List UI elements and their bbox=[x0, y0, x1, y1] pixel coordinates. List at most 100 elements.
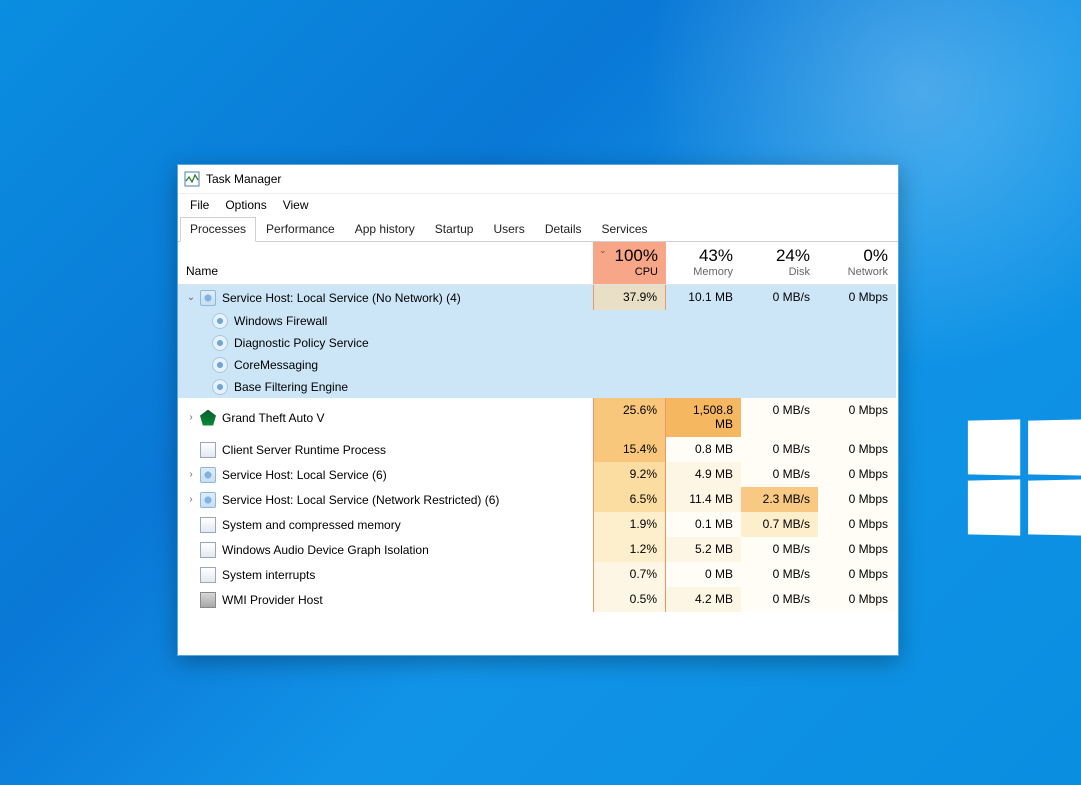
tabbar: Processes Performance App history Startu… bbox=[178, 216, 898, 242]
service-icon bbox=[200, 290, 216, 306]
chevron-right-icon[interactable]: › bbox=[184, 412, 198, 423]
gtav-icon bbox=[200, 410, 216, 426]
table-row[interactable]: › Service Host: Local Service (6) bbox=[178, 462, 593, 487]
process-icon bbox=[200, 542, 216, 558]
disk-cell: 2.3 MB/s bbox=[741, 487, 818, 512]
process-name: Grand Theft Auto V bbox=[222, 411, 325, 425]
table-row[interactable]: › Service Host: Local Service (Network R… bbox=[178, 487, 593, 512]
menu-options[interactable]: Options bbox=[217, 196, 274, 214]
memory-cell: 4.9 MB bbox=[666, 462, 741, 487]
network-cell: 0 Mbps bbox=[818, 487, 896, 512]
memory-cell: 4.2 MB bbox=[666, 587, 741, 612]
memory-total: 43% bbox=[699, 246, 733, 265]
memory-cell: 11.4 MB bbox=[666, 487, 741, 512]
menu-file[interactable]: File bbox=[182, 196, 217, 214]
chevron-down-icon[interactable]: ⌄ bbox=[184, 292, 198, 303]
cpu-label: CPU bbox=[601, 266, 658, 278]
cpu-cell: 0.7% bbox=[593, 562, 666, 587]
process-name: Client Server Runtime Process bbox=[222, 443, 386, 457]
tab-details[interactable]: Details bbox=[535, 217, 592, 242]
tab-startup[interactable]: Startup bbox=[425, 217, 484, 242]
service-name: CoreMessaging bbox=[234, 358, 318, 372]
table-row[interactable]: WMI Provider Host bbox=[178, 587, 593, 612]
memory-cell: 0 MB bbox=[666, 562, 741, 587]
process-table: Name ⌄ 100% CPU 43% Memory 24% Disk 0% N… bbox=[178, 242, 898, 612]
network-cell: 0 Mbps bbox=[818, 512, 896, 537]
tab-performance[interactable]: Performance bbox=[256, 217, 345, 242]
cpu-cell: 0.5% bbox=[593, 587, 666, 612]
column-header-memory[interactable]: 43% Memory bbox=[666, 242, 741, 285]
column-header-disk[interactable]: 24% Disk bbox=[741, 242, 818, 285]
disk-cell: 0 MB/s bbox=[741, 285, 818, 310]
cpu-cell: 6.5% bbox=[593, 487, 666, 512]
network-cell: 0 Mbps bbox=[818, 562, 896, 587]
memory-cell: 5.2 MB bbox=[666, 537, 741, 562]
service-name: Diagnostic Policy Service bbox=[234, 336, 369, 350]
child-service-row[interactable]: Base Filtering Engine bbox=[178, 376, 896, 398]
header-name-label: Name bbox=[186, 264, 218, 278]
table-row[interactable]: System and compressed memory bbox=[178, 512, 593, 537]
disk-cell: 0 MB/s bbox=[741, 562, 818, 587]
tab-processes[interactable]: Processes bbox=[180, 217, 256, 242]
disk-total: 24% bbox=[776, 246, 810, 265]
menubar: File Options View bbox=[178, 194, 898, 216]
network-cell: 0 Mbps bbox=[818, 587, 896, 612]
memory-cell: 0.8 MB bbox=[666, 437, 741, 462]
network-total: 0% bbox=[863, 246, 888, 265]
cpu-cell: 1.2% bbox=[593, 537, 666, 562]
service-child-icon bbox=[212, 357, 228, 373]
tab-app-history[interactable]: App history bbox=[345, 217, 425, 242]
network-cell: 0 Mbps bbox=[818, 437, 896, 462]
table-row[interactable]: ⌄ Service Host: Local Service (No Networ… bbox=[178, 285, 593, 310]
network-label: Network bbox=[826, 266, 888, 278]
cpu-cell: 15.4% bbox=[593, 437, 666, 462]
network-cell: 0 Mbps bbox=[818, 462, 896, 487]
disk-cell: 0.7 MB/s bbox=[741, 512, 818, 537]
tab-users[interactable]: Users bbox=[483, 217, 534, 242]
table-row[interactable]: Client Server Runtime Process bbox=[178, 437, 593, 462]
disk-cell: 0 MB/s bbox=[741, 587, 818, 612]
table-row[interactable]: › Grand Theft Auto V bbox=[178, 398, 593, 437]
service-icon bbox=[200, 467, 216, 483]
service-child-icon bbox=[212, 335, 228, 351]
disk-cell: 0 MB/s bbox=[741, 462, 818, 487]
memory-label: Memory bbox=[674, 266, 733, 278]
tab-services[interactable]: Services bbox=[592, 217, 658, 242]
child-service-row[interactable]: CoreMessaging bbox=[178, 354, 896, 376]
child-service-row[interactable]: Windows Firewall bbox=[178, 310, 896, 332]
service-name: Base Filtering Engine bbox=[234, 380, 348, 394]
network-cell: 0 Mbps bbox=[818, 285, 896, 310]
network-cell: 0 Mbps bbox=[818, 398, 896, 437]
window-title: Task Manager bbox=[206, 172, 281, 186]
cpu-total: 100% bbox=[615, 246, 658, 265]
cpu-cell: 9.2% bbox=[593, 462, 666, 487]
process-name: Service Host: Local Service (Network Res… bbox=[222, 493, 499, 507]
process-name: System interrupts bbox=[222, 568, 315, 582]
memory-cell: 0.1 MB bbox=[666, 512, 741, 537]
column-header-name[interactable]: Name bbox=[178, 242, 593, 285]
process-name: System and compressed memory bbox=[222, 518, 401, 532]
table-row[interactable]: Windows Audio Device Graph Isolation bbox=[178, 537, 593, 562]
network-cell: 0 Mbps bbox=[818, 537, 896, 562]
child-service-row[interactable]: Diagnostic Policy Service bbox=[178, 332, 896, 354]
cpu-cell: 25.6% bbox=[593, 398, 666, 437]
column-header-network[interactable]: 0% Network bbox=[818, 242, 896, 285]
cpu-cell: 37.9% bbox=[593, 285, 666, 310]
menu-view[interactable]: View bbox=[275, 196, 317, 214]
titlebar[interactable]: Task Manager bbox=[178, 165, 898, 194]
chevron-right-icon[interactable]: › bbox=[184, 469, 198, 480]
process-icon bbox=[200, 567, 216, 583]
service-name: Windows Firewall bbox=[234, 314, 327, 328]
memory-cell: 10.1 MB bbox=[666, 285, 741, 310]
task-manager-icon bbox=[184, 171, 200, 187]
service-icon bbox=[200, 492, 216, 508]
disk-label: Disk bbox=[749, 266, 810, 278]
column-header-cpu[interactable]: ⌄ 100% CPU bbox=[593, 242, 666, 285]
process-icon bbox=[200, 592, 216, 608]
service-child-icon bbox=[212, 379, 228, 395]
process-name: Service Host: Local Service (6) bbox=[222, 468, 387, 482]
cpu-cell: 1.9% bbox=[593, 512, 666, 537]
table-row[interactable]: System interrupts bbox=[178, 562, 593, 587]
chevron-right-icon[interactable]: › bbox=[184, 494, 198, 505]
disk-cell: 0 MB/s bbox=[741, 398, 818, 437]
